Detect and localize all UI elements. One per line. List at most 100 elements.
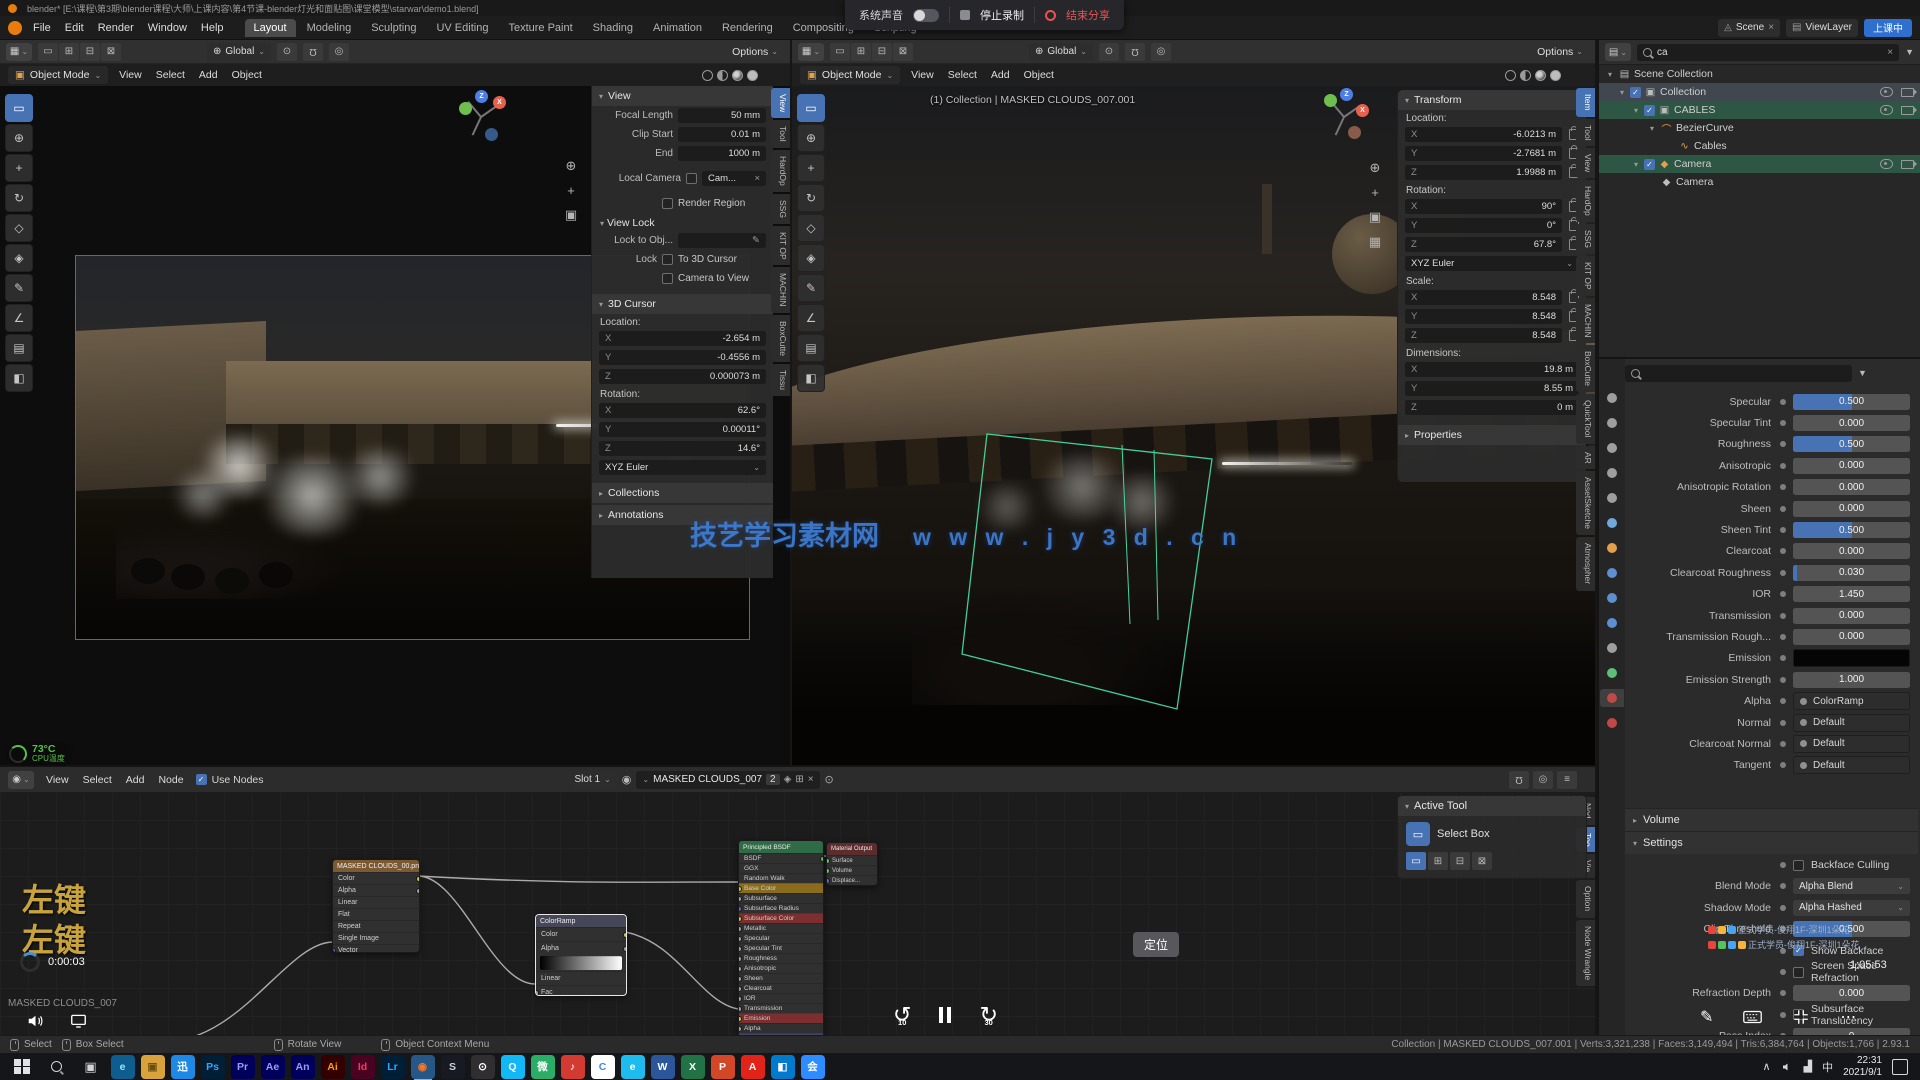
checkbox[interactable]: ✓ [1644, 105, 1655, 116]
cursor-ry-field[interactable]: Y0.00011° [599, 422, 766, 437]
node-row[interactable]: Color [536, 927, 626, 941]
node-row[interactable]: Transmission [739, 1003, 823, 1013]
expander-icon[interactable]: ▾ [1631, 160, 1641, 169]
unlink-icon[interactable]: × [808, 774, 814, 785]
outliner-row[interactable]: ∿Cables [1599, 137, 1920, 155]
search-button[interactable] [40, 1053, 74, 1080]
shader-menu-item[interactable]: Add [119, 772, 152, 788]
taskbar-app-qq[interactable]: Q [501, 1055, 525, 1079]
decorator-dot[interactable] [1780, 655, 1786, 661]
node-row[interactable]: Volume [827, 865, 877, 875]
mode-dropdown[interactable]: ▣ Object Mode⌄ [8, 66, 108, 84]
cursor-panel-header[interactable]: ▾3D Cursor [592, 294, 773, 314]
location-x-field[interactable]: X-6.0213 m [1405, 127, 1562, 142]
node-row[interactable]: Subsurface Color [739, 913, 823, 923]
focal-length-field[interactable]: 50 mm [678, 108, 766, 123]
input-socket[interactable] [739, 926, 742, 932]
gizmo-z-axis[interactable]: Z [1340, 88, 1353, 101]
forward-30-button[interactable]: ↻30 [979, 1004, 997, 1026]
property-widget[interactable]: 0.000 [1793, 629, 1910, 645]
viewport-menu-item[interactable]: View [112, 67, 149, 83]
shading-wireframe-icon[interactable] [1505, 70, 1516, 81]
properties-tab-texture[interactable] [1600, 714, 1624, 732]
outliner-row[interactable]: ◆Camera [1599, 173, 1920, 191]
outliner-row[interactable]: ▾▤Scene Collection [1599, 65, 1920, 83]
viewport-tool-button[interactable]: ▭ [797, 94, 825, 122]
taskbar-app-netease-music[interactable]: ♪ [561, 1055, 585, 1079]
editor-type-button[interactable]: ▤⌄ [1605, 43, 1631, 61]
active-tool-row[interactable]: ▭ Select Box [1398, 816, 1586, 852]
node-row[interactable]: Displace... [827, 875, 877, 885]
location-y-field[interactable]: Y-2.7681 m [1405, 146, 1562, 161]
node-row[interactable]: Subsurface Radius [739, 903, 823, 913]
pin-icon[interactable]: ⊙ [825, 773, 834, 786]
output-socket[interactable] [416, 888, 419, 894]
viewport-tool-button[interactable]: ⊕ [797, 124, 825, 152]
properties-tab-tool[interactable] [1600, 389, 1624, 407]
property-widget[interactable]: 0.000 [1793, 415, 1910, 431]
locate-button[interactable]: 定位 [1133, 932, 1179, 957]
viewport-menu-item[interactable]: Select [941, 67, 984, 83]
taskbar-app-powerpoint[interactable]: P [711, 1055, 735, 1079]
dimensions-x-field[interactable]: X19.8 m [1405, 362, 1579, 377]
taskbar-app-word[interactable]: W [651, 1055, 675, 1079]
node-row[interactable]: IOR [739, 993, 823, 1003]
input-socket[interactable] [739, 1026, 742, 1032]
sidebar-tab[interactable]: Atmospher [1576, 537, 1595, 590]
cursor-rx-field[interactable]: X62.6° [599, 403, 766, 418]
slot-dropdown[interactable]: Slot 1⌄ [569, 771, 617, 789]
rotation-x-field[interactable]: X90° [1405, 199, 1562, 214]
gizmo-y-axis[interactable] [1324, 94, 1337, 107]
active-tool-header[interactable]: ▾Active Tool [1398, 796, 1586, 816]
filter-icon[interactable]: ▼ [1858, 368, 1867, 378]
node-header[interactable]: MASKED CLOUDS_00.png [333, 860, 419, 872]
sidebar-tab[interactable]: Tool [771, 120, 790, 148]
input-socket[interactable] [827, 878, 830, 884]
node-row[interactable]: Anisotropic [739, 963, 823, 973]
viewport-camera-view[interactable]: ▣ Object Mode⌄ ViewSelectAddObject ▭⊕+↻◇… [0, 64, 790, 765]
property-widget[interactable]: Default [1793, 735, 1910, 753]
input-socket[interactable] [739, 976, 742, 982]
hide-viewport-icon[interactable] [1880, 87, 1893, 97]
property-widget[interactable]: 0.500 [1793, 394, 1910, 410]
viewport-menu-item[interactable]: View [904, 67, 941, 83]
properties-tab-output[interactable] [1600, 439, 1624, 457]
view-panel-header[interactable]: ▾View [592, 86, 773, 106]
decorator-dot[interactable] [1780, 990, 1786, 996]
shading-solid-icon[interactable] [1520, 70, 1531, 81]
node-row[interactable]: BSDF [739, 853, 823, 863]
viewport-tool-button[interactable]: ◈ [5, 244, 33, 272]
volume-panel-header[interactable]: ▸Volume [1625, 808, 1918, 831]
editor-type-button[interactable]: ◉⌄ [8, 771, 34, 789]
decorator-dot[interactable] [1780, 862, 1786, 868]
local-camera-checkbox[interactable] [686, 173, 697, 184]
cursor-x-field[interactable]: X-2.654 m [599, 331, 766, 346]
select-set-icon[interactable]: ▭ [830, 43, 850, 61]
decorator-dot[interactable] [1780, 484, 1786, 490]
proportional-editing-icon[interactable]: ◎ [1151, 43, 1171, 61]
cursor-z-field[interactable]: Z0.000073 m [599, 369, 766, 384]
scale-x-field[interactable]: X8.548 [1405, 290, 1562, 305]
shrink-icon[interactable] [1792, 1008, 1810, 1026]
viewport-tool-button[interactable]: ▤ [797, 334, 825, 362]
node-row[interactable]: Metallic [739, 923, 823, 933]
taskbar-app-tencent-meeting[interactable]: 会 [801, 1055, 825, 1079]
input-socket[interactable] [739, 946, 742, 952]
topbar-menu-item[interactable]: File [26, 20, 58, 36]
gizmo-z-axis[interactable]: Z [475, 90, 488, 103]
decorator-dot[interactable] [1780, 570, 1786, 576]
eyedropper-icon[interactable]: ✎ [752, 235, 760, 246]
shader-node[interactable]: MASKED CLOUDS_00.pngColorAlphaLinearFlat… [332, 859, 420, 953]
property-widget[interactable]: 0.000 [1793, 608, 1910, 624]
users-count[interactable]: 2 [766, 774, 780, 785]
property-widget[interactable]: Default [1793, 756, 1910, 774]
outliner-row[interactable]: ▾✓▣CABLES [1599, 101, 1920, 119]
sidebar-tab[interactable]: View [1576, 148, 1595, 178]
input-socket[interactable] [739, 1006, 742, 1012]
properties-tab-object-data[interactable] [1600, 664, 1624, 682]
collections-panel-header[interactable]: ▸Collections [592, 483, 773, 503]
checkbox[interactable] [1793, 967, 1804, 978]
property-widget[interactable]: Backface Culling [1793, 857, 1910, 873]
select-subtract-icon[interactable]: ⊟ [872, 43, 892, 61]
workspace-tab[interactable]: Modeling [298, 19, 361, 37]
